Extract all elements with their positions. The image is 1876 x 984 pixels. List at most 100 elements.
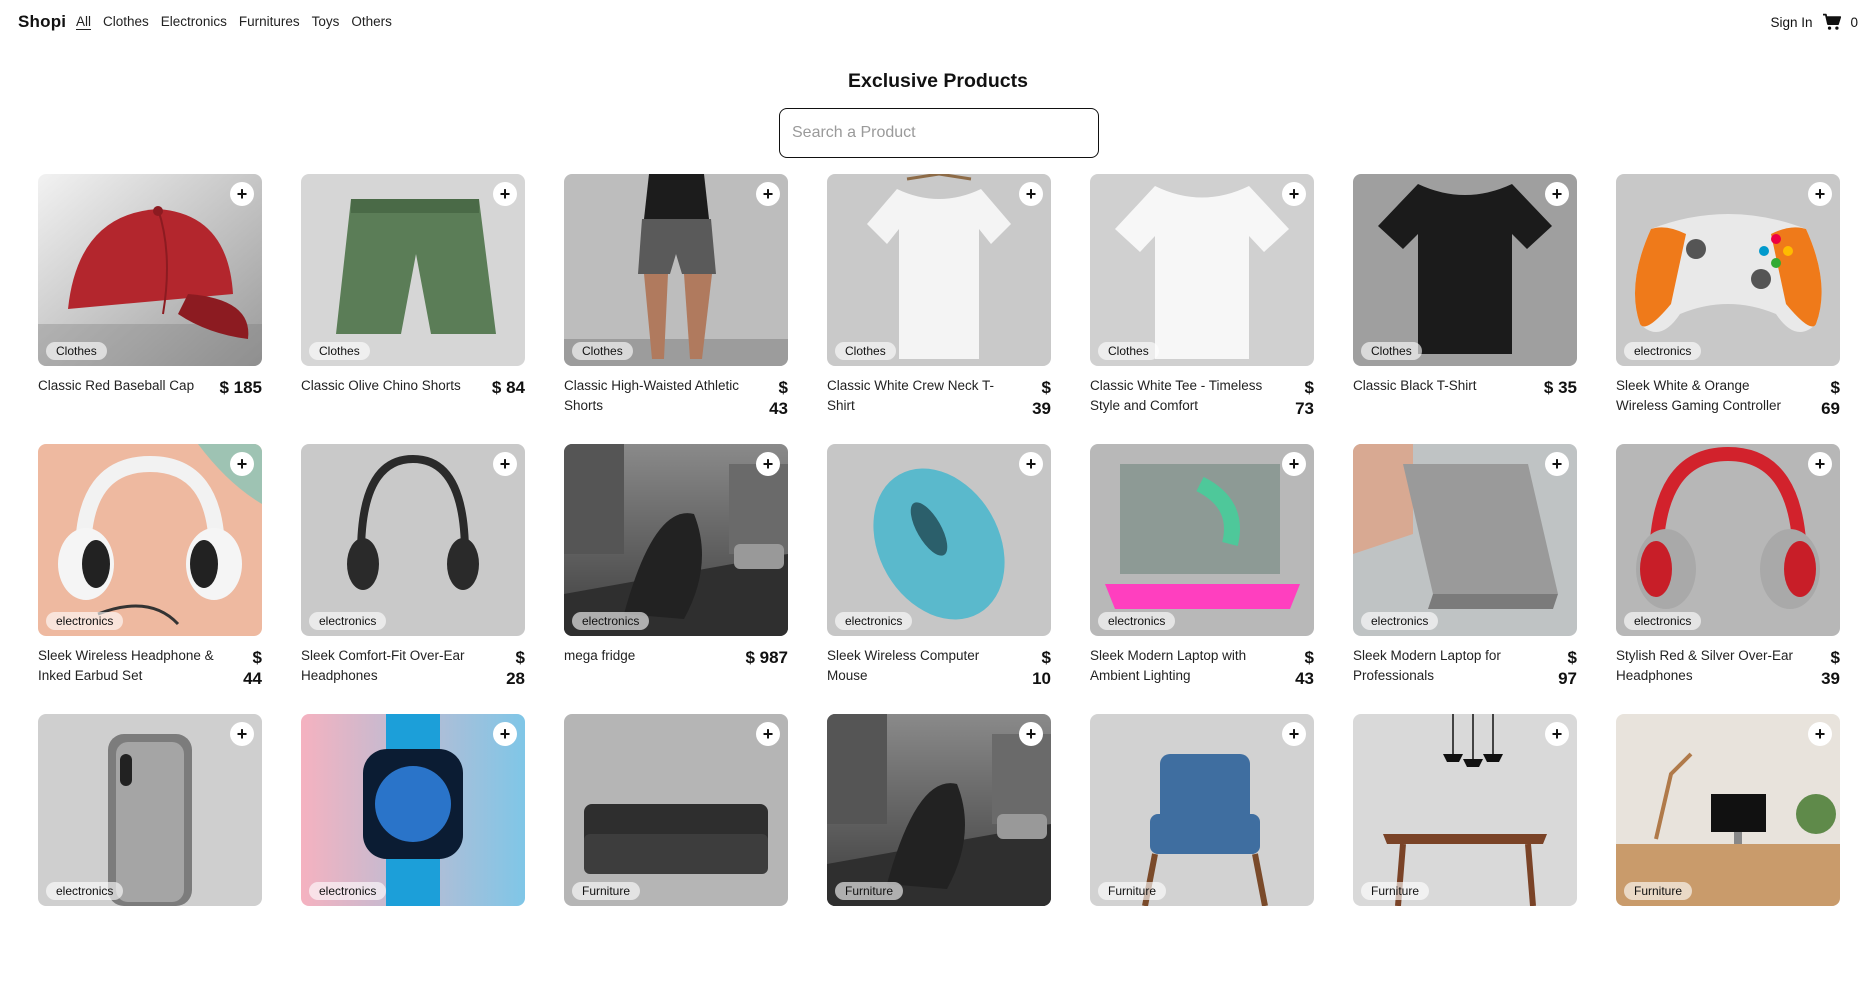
product-image[interactable]: + Furniture	[827, 714, 1051, 906]
product-info	[38, 916, 262, 917]
add-to-cart-button[interactable]: +	[230, 452, 254, 476]
product-card[interactable]: + Furniture	[1616, 714, 1840, 984]
product-image[interactable]: + Furniture	[564, 714, 788, 906]
product-image[interactable]: + electronics	[38, 714, 262, 906]
product-image[interactable]: + electronics	[1353, 444, 1577, 636]
plus-icon: +	[1288, 724, 1300, 744]
product-price: $ 84	[491, 378, 525, 397]
search-input[interactable]	[779, 108, 1099, 158]
cart-count: 0	[1850, 14, 1858, 30]
product-name: Sleek Wireless Computer Mouse	[827, 648, 980, 683]
product-image[interactable]: + Clothes	[564, 174, 788, 366]
product-name: Classic White Tee - Timeless Style and C…	[1090, 378, 1263, 413]
nav-link-furnitures[interactable]: Furnitures	[239, 14, 300, 29]
add-to-cart-button[interactable]: +	[1545, 182, 1569, 206]
category-badge: Clothes	[46, 342, 107, 360]
nav-link-toys[interactable]: Toys	[312, 14, 340, 29]
product-info: Sleek Modern Laptop with Ambient Lightin…	[1090, 646, 1314, 689]
plus-icon: +	[762, 724, 774, 744]
product-card[interactable]: + electronics	[301, 714, 525, 984]
product-card[interactable]: + Clothes Classic White Tee - Timeless S…	[1090, 174, 1314, 444]
product-photo	[301, 444, 525, 636]
product-card[interactable]: + Furniture	[1353, 714, 1577, 984]
category-badge: Furniture	[835, 882, 904, 900]
category-badge: Clothes	[1361, 342, 1422, 360]
product-image[interactable]: + electronics	[1090, 444, 1314, 636]
category-badge: electronics	[309, 882, 387, 900]
product-photo	[301, 174, 525, 366]
add-to-cart-button[interactable]: +	[756, 722, 780, 746]
add-to-cart-button[interactable]: +	[1808, 182, 1832, 206]
product-image[interactable]: + electronics	[301, 714, 525, 906]
product-card[interactable]: + Clothes Classic Black T-Shirt $ 35	[1353, 174, 1577, 444]
add-to-cart-button[interactable]: +	[1808, 452, 1832, 476]
add-to-cart-button[interactable]: +	[1019, 722, 1043, 746]
add-to-cart-button[interactable]: +	[230, 722, 254, 746]
add-to-cart-button[interactable]: +	[493, 182, 517, 206]
product-card[interactable]: + Furniture	[827, 714, 1051, 984]
add-to-cart-button[interactable]: +	[1545, 452, 1569, 476]
product-card[interactable]: + electronics Sleek White & Orange Wirel…	[1616, 174, 1840, 444]
product-name: Classic White Crew Neck T-Shirt	[827, 378, 995, 413]
sign-in-link[interactable]: Sign In	[1770, 15, 1812, 30]
product-card[interactable]: + electronics	[38, 714, 262, 984]
product-name: Classic Olive Chino Shorts	[301, 378, 461, 393]
product-image[interactable]: + Clothes	[827, 174, 1051, 366]
add-to-cart-button[interactable]: +	[1545, 722, 1569, 746]
product-photo	[1616, 174, 1840, 366]
product-image[interactable]: + electronics	[301, 444, 525, 636]
plus-icon: +	[1025, 454, 1037, 474]
product-card[interactable]: + electronics Sleek Modern Laptop for Pr…	[1353, 444, 1577, 714]
product-image[interactable]: + electronics	[564, 444, 788, 636]
product-image[interactable]: + electronics	[1616, 444, 1840, 636]
nav-link-all[interactable]: All	[76, 14, 91, 29]
product-image[interactable]: + electronics	[38, 444, 262, 636]
product-card[interactable]: + Clothes Classic White Crew Neck T-Shir…	[827, 174, 1051, 444]
product-card[interactable]: + Furniture	[564, 714, 788, 984]
nav-link-electronics[interactable]: Electronics	[161, 14, 227, 29]
product-card[interactable]: + Clothes Classic Red Baseball Cap $ 185	[38, 174, 262, 444]
product-image[interactable]: + Furniture	[1090, 714, 1314, 906]
add-to-cart-button[interactable]: +	[493, 452, 517, 476]
brand-logo[interactable]: Shopi	[18, 12, 66, 32]
plus-icon: +	[1814, 724, 1826, 744]
product-price: $ 44	[243, 648, 262, 688]
product-card[interactable]: + Clothes Classic High-Waisted Athletic …	[564, 174, 788, 444]
product-card[interactable]: + electronics Sleek Wireless Computer Mo…	[827, 444, 1051, 714]
plus-icon: +	[1814, 184, 1826, 204]
add-to-cart-button[interactable]: +	[1808, 722, 1832, 746]
add-to-cart-button[interactable]: +	[493, 722, 517, 746]
product-image[interactable]: + Clothes	[1090, 174, 1314, 366]
product-info: Classic White Crew Neck T-Shirt $ 39	[827, 376, 1051, 419]
product-image[interactable]: + electronics	[1616, 174, 1840, 366]
product-card[interactable]: + electronics Sleek Comfort-Fit Over-Ear…	[301, 444, 525, 714]
cart-button[interactable]: 0	[1822, 13, 1858, 31]
product-image[interactable]: + Clothes	[1353, 174, 1577, 366]
product-card[interactable]: + electronics Stylish Red & Silver Over-…	[1616, 444, 1840, 714]
nav-link-others[interactable]: Others	[351, 14, 392, 29]
add-to-cart-button[interactable]: +	[1019, 452, 1043, 476]
product-info	[1090, 916, 1314, 917]
product-card[interactable]: + electronics mega fridge $ 987	[564, 444, 788, 714]
product-card[interactable]: + Furniture	[1090, 714, 1314, 984]
add-to-cart-button[interactable]: +	[1282, 722, 1306, 746]
nav-link-clothes[interactable]: Clothes	[103, 14, 149, 29]
product-name: Sleek White & Orange Wireless Gaming Con…	[1616, 378, 1782, 413]
product-image[interactable]: + Clothes	[38, 174, 262, 366]
product-price: $ 39	[1032, 378, 1051, 418]
product-image[interactable]: + Clothes	[301, 174, 525, 366]
product-card[interactable]: + electronics Sleek Modern Laptop with A…	[1090, 444, 1314, 714]
product-card[interactable]: + Clothes Classic Olive Chino Shorts $ 8…	[301, 174, 525, 444]
product-image[interactable]: + electronics	[827, 444, 1051, 636]
product-image[interactable]: + Furniture	[1353, 714, 1577, 906]
add-to-cart-button[interactable]: +	[1282, 452, 1306, 476]
add-to-cart-button[interactable]: +	[1282, 182, 1306, 206]
add-to-cart-button[interactable]: +	[756, 182, 780, 206]
product-price: $ 43	[769, 378, 788, 418]
add-to-cart-button[interactable]: +	[756, 452, 780, 476]
add-to-cart-button[interactable]: +	[1019, 182, 1043, 206]
product-info: Classic High-Waisted Athletic Shorts $ 4…	[564, 376, 788, 419]
product-card[interactable]: + electronics Sleek Wireless Headphone &…	[38, 444, 262, 714]
product-image[interactable]: + Furniture	[1616, 714, 1840, 906]
add-to-cart-button[interactable]: +	[230, 182, 254, 206]
